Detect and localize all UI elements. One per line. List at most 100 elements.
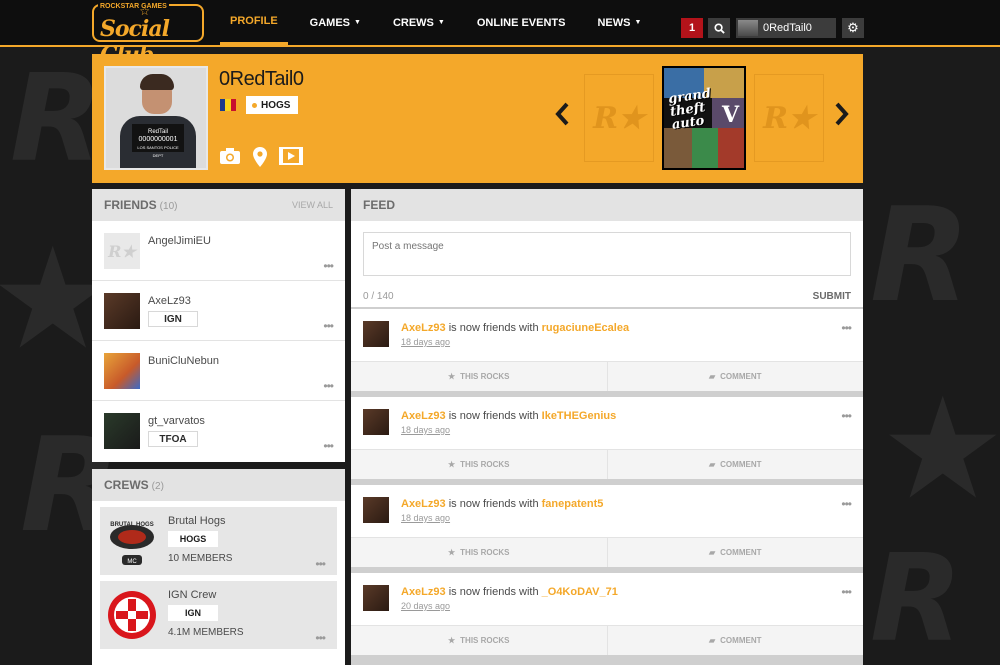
nav-games[interactable]: GAMES ▼ (300, 0, 371, 45)
friend-name[interactable]: AxeLz93 (148, 295, 191, 307)
feed-action: is now friends with (448, 322, 539, 334)
friend-name[interactable]: gt_varvatos (148, 415, 205, 427)
more-options-icon[interactable]: ••• (315, 631, 326, 645)
logo-small-text: ROCKSTAR GAMES (98, 3, 169, 11)
settings-button[interactable]: ⚙ (842, 18, 864, 38)
feed-target[interactable]: rugaciuneEcalea (542, 322, 629, 334)
more-options-icon[interactable]: ••• (841, 497, 852, 511)
star-icon: ★ (447, 372, 456, 381)
more-options-icon[interactable]: ••• (323, 439, 334, 453)
video-icon[interactable] (279, 147, 303, 171)
crew-name[interactable]: IGN Crew (168, 589, 216, 601)
carousel-next-button[interactable] (834, 102, 850, 133)
avatar[interactable] (363, 585, 389, 611)
feed-time[interactable]: 18 days ago (401, 513, 450, 523)
this-rocks-button[interactable]: ★ THIS ROCKS (351, 362, 608, 391)
comment-icon: ▰ (709, 548, 716, 557)
user-menu[interactable]: 0RedTail0 (736, 18, 836, 38)
feed-time[interactable]: 18 days ago (401, 425, 450, 435)
gear-icon: ⚙ (847, 20, 859, 35)
panel-title: FRIENDS (104, 198, 157, 212)
profile-avatar[interactable]: RedTail 0000000001 LOS SANTOS POLICE DEP… (104, 66, 208, 170)
feed-actor[interactable]: AxeLz93 (401, 498, 446, 510)
post-message-input[interactable] (363, 232, 851, 276)
feed-text: AxeLz93 is now friends with rugaciuneEca… (401, 322, 629, 334)
friend-name[interactable]: AngelJimiEU (148, 235, 211, 247)
feed-item: AxeLz93 is now friends with _O4KoDAV_71 … (351, 573, 863, 661)
crew-name[interactable]: Brutal Hogs (168, 515, 225, 527)
feed-target[interactable]: IkeTHEGenius (542, 410, 617, 422)
feed-time[interactable]: 18 days ago (401, 337, 450, 347)
more-options-icon[interactable]: ••• (841, 585, 852, 599)
feed-actor[interactable]: AxeLz93 (401, 410, 446, 422)
feed-actor[interactable]: AxeLz93 (401, 586, 446, 598)
friend-item[interactable]: R★ AngelJimiEU ••• (92, 221, 345, 281)
action-label: THIS ROCKS (460, 372, 510, 381)
feed-text: AxeLz93 is now friends with _O4KoDAV_71 (401, 586, 618, 598)
location-icon[interactable] (253, 147, 267, 171)
crew-card[interactable]: IGN Crew IGN 4.1M MEMBERS ••• (100, 581, 337, 649)
crew-emblem-icon: BRUTAL HOGS MC (106, 513, 158, 569)
friend-name[interactable]: BuniCluNebun (148, 355, 219, 367)
search-button[interactable] (708, 18, 730, 38)
action-label: COMMENT (720, 460, 762, 469)
this-rocks-button[interactable]: ★ THIS ROCKS (351, 450, 608, 479)
crews-panel: CREWS (2) BRUTAL HOGS MC Brutal Hogs HOGS… (92, 469, 345, 665)
nav-label: ONLINE EVENTS (476, 16, 566, 29)
more-options-icon[interactable]: ••• (323, 379, 334, 393)
camera-icon[interactable] (219, 147, 241, 171)
feed-target[interactable]: _O4KoDAV_71 (542, 586, 618, 598)
crew-card[interactable]: BRUTAL HOGS MC Brutal Hogs HOGS 10 MEMBE… (100, 507, 337, 575)
post-meta: 0 / 140 SUBMIT (363, 291, 851, 302)
feed-target[interactable]: fanepatent5 (542, 498, 604, 510)
action-label: THIS ROCKS (460, 460, 510, 469)
more-options-icon[interactable]: ••• (323, 319, 334, 333)
nav-label: GAMES (309, 16, 351, 29)
feed-actor[interactable]: AxeLz93 (401, 322, 446, 334)
comment-button[interactable]: ▰ COMMENT (608, 538, 864, 567)
friends-panel: FRIENDS (10) VIEW ALL R★ AngelJimiEU ••• … (92, 189, 345, 462)
crew-members: 4.1M MEMBERS (168, 627, 244, 638)
caret-down-icon: ▼ (437, 19, 445, 26)
chevron-left-icon (555, 102, 569, 126)
more-options-icon[interactable]: ••• (315, 557, 326, 571)
feed-item: AxeLz93 is now friends with fanepatent5 … (351, 485, 863, 573)
profile-crew-tag[interactable]: HOGS (246, 96, 298, 114)
more-options-icon[interactable]: ••• (323, 259, 334, 273)
comment-button[interactable]: ▰ COMMENT (608, 362, 864, 391)
nav-news[interactable]: NEWS ▼ (587, 0, 651, 45)
view-all-link[interactable]: VIEW ALL (292, 200, 333, 210)
main-nav: PROFILE GAMES ▼ CREWS ▼ ONLINE EVENTS NEWS… (220, 0, 663, 45)
this-rocks-button[interactable]: ★ THIS ROCKS (351, 626, 608, 655)
feed-item: AxeLz93 is now friends with IkeTHEGenius… (351, 397, 863, 485)
avatar[interactable] (363, 321, 389, 347)
comment-button[interactable]: ▰ COMMENT (608, 450, 864, 479)
carousel-prev-button[interactable] (554, 102, 570, 133)
notification-badge[interactable]: 1 (681, 18, 703, 38)
search-icon (713, 22, 725, 34)
crew-tag[interactable]: IGN (148, 311, 198, 327)
avatar (738, 20, 758, 36)
avatar: R★ (104, 233, 140, 269)
avatar[interactable] (363, 497, 389, 523)
action-label: THIS ROCKS (460, 548, 510, 557)
comment-button[interactable]: ▰ COMMENT (608, 626, 864, 655)
more-options-icon[interactable]: ••• (841, 321, 852, 335)
game-cover-gta5[interactable]: grand theft auto V (662, 66, 746, 170)
social-club-logo[interactable]: ROCKSTAR GAMES Social Club ☆ (92, 3, 204, 68)
crew-tag[interactable]: TFOA (148, 431, 198, 447)
action-label: COMMENT (720, 372, 762, 381)
friend-item[interactable]: BuniCluNebun ••• (92, 341, 345, 401)
feed-time[interactable]: 20 days ago (401, 601, 450, 611)
submit-button[interactable]: SUBMIT (813, 291, 851, 302)
crews-count: (2) (151, 481, 164, 492)
avatar[interactable] (363, 409, 389, 435)
friend-item[interactable]: AxeLz93 IGN ••• (92, 281, 345, 341)
more-options-icon[interactable]: ••• (841, 409, 852, 423)
this-rocks-button[interactable]: ★ THIS ROCKS (351, 538, 608, 567)
nav-profile[interactable]: PROFILE (220, 0, 288, 45)
top-navigation-bar: ROCKSTAR GAMES Social Club ☆ PROFILE GAM… (0, 0, 1000, 68)
nav-crews[interactable]: CREWS ▼ (383, 0, 455, 45)
nav-online-events[interactable]: ONLINE EVENTS (467, 0, 576, 45)
friend-item[interactable]: gt_varvatos TFOA ••• (92, 401, 345, 461)
